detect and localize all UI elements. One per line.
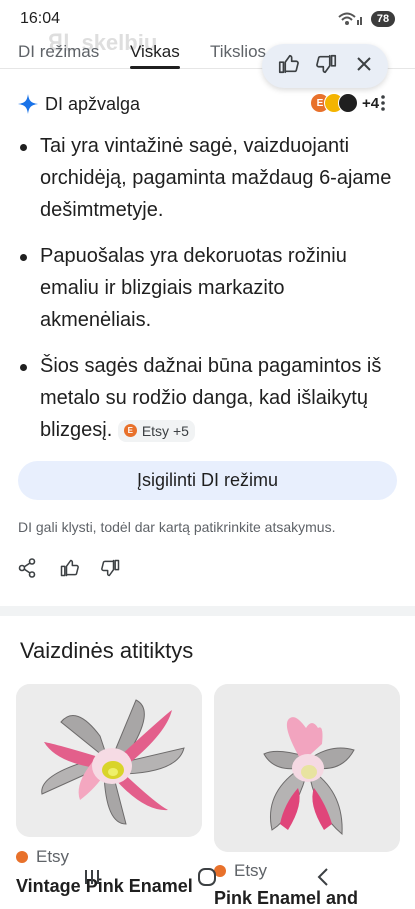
sparkle-icon (18, 94, 38, 119)
source-chip[interactable]: E Etsy +5 (117, 419, 195, 442)
tab-label: Viskas (130, 42, 180, 61)
ai-disclaimer: DI gali klysti, todėl dar kartą patikrin… (18, 519, 336, 535)
tab-all[interactable]: Viskas (130, 42, 180, 69)
battery-indicator: 78 (371, 11, 395, 27)
source-favicon-icon (338, 93, 358, 113)
bullet-item: Šios sagės dažnai būna pagamintos iš met… (18, 350, 398, 446)
close-icon[interactable] (355, 55, 373, 78)
system-nav-bar (0, 862, 415, 900)
thumbs-down-icon[interactable] (316, 53, 338, 80)
thumbs-down-icon[interactable] (101, 558, 121, 583)
bullet-text: Tai yra vintažinė sagė, vaizduojanti orc… (40, 135, 392, 221)
bullet-text: Šios sagės dažnai būna pagamintos iš met… (40, 355, 382, 441)
ai-feedback-actions (18, 558, 138, 582)
recent-apps-icon[interactable] (84, 868, 100, 891)
ai-overview-title: DI apžvalga (45, 94, 141, 114)
bullet-text: Papuošalas yra dekoruotas rožiniu emaliu… (40, 245, 347, 331)
tab-label: Tikslios (210, 42, 267, 61)
ai-overview-bullets: Tai yra vintažinė sagė, vaizduojanti orc… (18, 130, 398, 460)
tab-label: DI režimas (18, 42, 100, 61)
tab-exact[interactable]: Tikslios (210, 42, 266, 62)
home-icon[interactable] (197, 867, 217, 892)
source-favicons[interactable]: E +4 (310, 93, 379, 113)
tab-ai-mode[interactable]: DI režimas (18, 42, 99, 62)
source-count: +4 (362, 94, 380, 112)
share-icon[interactable] (18, 558, 36, 583)
brooch-image (214, 684, 400, 852)
visual-matches-title: Vaizdinės atitiktys (20, 638, 194, 663)
chip-label: Etsy +5 (141, 422, 189, 439)
brooch-image (16, 684, 202, 837)
dive-deeper-ai-mode-button[interactable]: Įsigilinti DI režimu (18, 461, 397, 500)
wifi-icon (338, 12, 364, 31)
status-time: 16:04 (20, 10, 61, 27)
etsy-icon: E (123, 424, 137, 438)
feedback-popup (262, 44, 388, 88)
back-icon[interactable] (316, 867, 330, 892)
bullet-item: Papuošalas yra dekoruotas rožiniu emaliu… (18, 240, 398, 336)
ai-overview-header: DI apžvalga E +4 (18, 92, 408, 118)
bullet-item: Tai yra vintažinė sagė, vaizduojanti orc… (18, 130, 398, 226)
active-tab-indicator (130, 66, 180, 69)
kebab-menu-icon[interactable] (380, 94, 386, 117)
section-divider (0, 606, 415, 616)
thumbs-up-icon[interactable] (277, 53, 299, 80)
thumbs-up-icon[interactable] (59, 558, 79, 583)
